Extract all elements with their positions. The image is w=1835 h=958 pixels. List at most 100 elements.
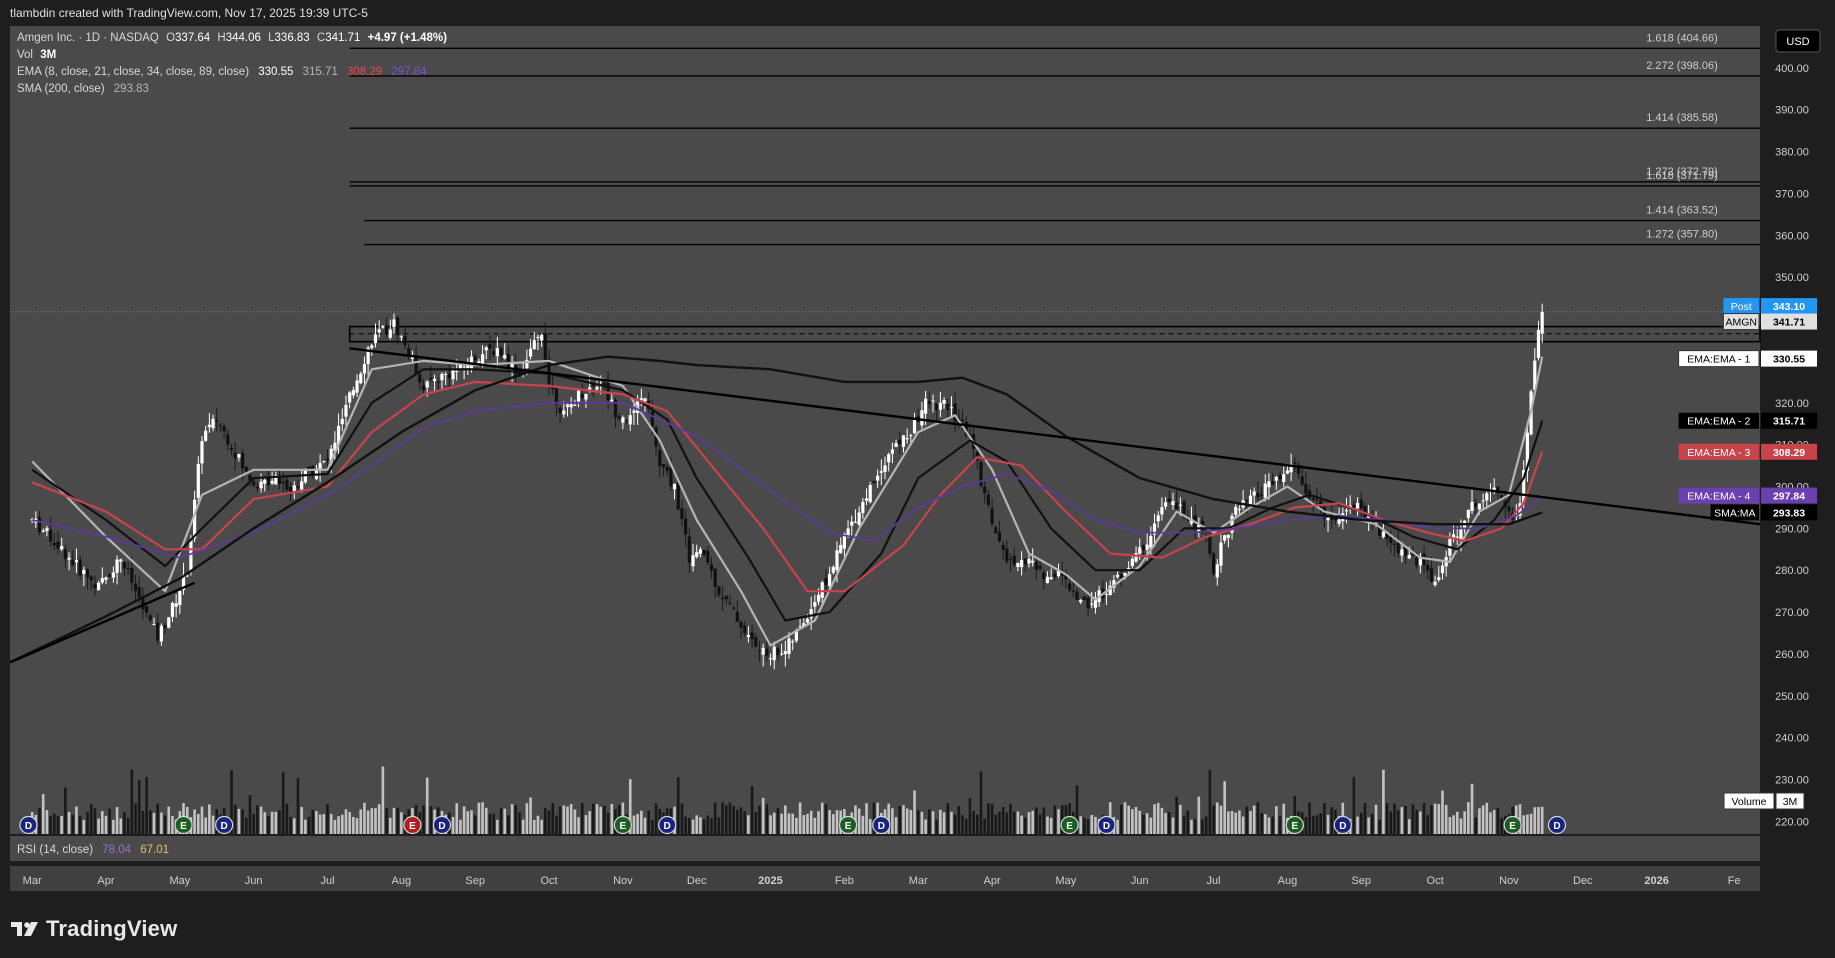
volume-bar	[894, 817, 898, 834]
rsi-legend: RSI (14, close) 78.04 67.01	[17, 844, 169, 856]
candle-body	[451, 370, 455, 380]
candle-body	[1012, 555, 1016, 565]
candle-body	[1090, 603, 1094, 605]
volume-bar	[78, 816, 82, 834]
volume-bar	[492, 813, 495, 834]
candle-body	[1016, 562, 1020, 568]
candle-body	[1175, 502, 1179, 510]
candle-body	[709, 564, 714, 571]
volume-bar	[983, 818, 986, 834]
volume-bar	[1496, 807, 1500, 834]
volume-bar	[119, 818, 123, 834]
rsi-pane[interactable]	[10, 836, 1760, 861]
candle-body	[1389, 536, 1393, 544]
candle-body	[1407, 554, 1411, 559]
candle-body	[1119, 574, 1123, 579]
volume-bar	[1315, 815, 1319, 834]
candle-body	[200, 441, 204, 464]
volume-bar	[728, 802, 732, 834]
candle-body	[676, 482, 680, 510]
volume-tag-value: 3M	[1783, 796, 1798, 808]
candle-body	[1278, 475, 1282, 480]
candle-body	[772, 646, 776, 661]
volume-bar	[902, 805, 905, 834]
candle-body	[1470, 501, 1474, 512]
volume-bar	[975, 814, 979, 834]
volume-bar	[1389, 811, 1393, 834]
candle-body	[780, 653, 784, 655]
y-tick-label: 360.00	[1775, 230, 1809, 242]
time-axis[interactable]	[10, 866, 1760, 891]
candle-body	[126, 568, 130, 570]
candle-body	[122, 562, 127, 569]
price-chart[interactable]: 1.618 (404.66) 2.272 (398.06) 1.414 (385.5…	[9, 26, 1824, 898]
candle-body	[565, 404, 570, 408]
volume-bar	[702, 819, 706, 834]
candle-body	[698, 549, 703, 554]
volume-bar	[322, 814, 326, 834]
candle-body	[480, 354, 485, 364]
volume-bar	[566, 806, 569, 834]
currency-badge[interactable]: USD	[1775, 29, 1821, 53]
x-tick-label: Aug	[1278, 875, 1298, 887]
tradingview-footer[interactable]: TradingView	[10, 912, 177, 946]
fib-label: 1.618 (371.79)	[1646, 170, 1718, 182]
volume-bar	[739, 807, 743, 834]
y-tick-label: 390.00	[1775, 105, 1809, 117]
chart-area[interactable]: 1.618 (404.66) 2.272 (398.06) 1.414 (385.5…	[9, 26, 1824, 898]
candle-body	[617, 416, 621, 419]
volume-bar	[1171, 817, 1175, 834]
volume-bar	[1190, 819, 1193, 834]
candle-body	[1067, 583, 1072, 591]
candle-body	[1167, 498, 1171, 502]
candle-body	[732, 607, 736, 609]
candle-body	[399, 336, 403, 338]
candle-body	[215, 420, 219, 422]
volume-bar	[86, 811, 89, 834]
volume-bar	[93, 808, 97, 834]
volume-bar	[1308, 802, 1311, 834]
y-tick-label: 290.00	[1775, 523, 1809, 535]
svg-text:RSI (14, close) 78.04: RSI (14, close) 78.04 67.01	[17, 844, 169, 856]
volume-bar	[278, 810, 281, 834]
volume-bar	[791, 813, 795, 834]
volume-bar	[1470, 783, 1474, 834]
price-pane[interactable]	[10, 26, 1760, 834]
volume-bar	[1444, 804, 1448, 834]
volume-bar	[1083, 817, 1086, 834]
volume-bar	[1057, 809, 1060, 834]
volume-bar	[388, 817, 392, 834]
volume-bar	[160, 812, 163, 834]
candle-body	[573, 404, 577, 406]
candle-body	[174, 603, 178, 607]
volume-bar	[688, 818, 691, 834]
volume-bar	[1485, 802, 1489, 834]
candle-body	[1027, 559, 1031, 564]
candle-body	[1049, 577, 1053, 580]
candle-body	[1359, 499, 1363, 509]
candle-body	[1008, 558, 1013, 560]
candle-body	[67, 557, 71, 560]
candle-body	[1053, 573, 1057, 577]
volume-bar	[337, 816, 340, 834]
candle-body	[547, 358, 551, 384]
volume-bar	[817, 811, 820, 834]
candle-body	[259, 481, 263, 489]
volume-bar	[396, 807, 399, 834]
candle-body	[650, 411, 655, 427]
candle-body	[1429, 567, 1434, 582]
candle-body	[495, 348, 499, 357]
candle-body	[211, 418, 215, 429]
candle-body	[724, 595, 728, 600]
candle-body	[909, 435, 913, 437]
candle-body	[82, 570, 86, 574]
candle-body	[1237, 509, 1242, 511]
candle-body	[111, 572, 115, 578]
volume-bar	[1374, 804, 1378, 834]
volume-bar	[56, 815, 60, 834]
candle-body	[396, 317, 400, 335]
candle-body	[1141, 545, 1146, 551]
candle-body	[606, 382, 610, 401]
volume-bar	[1138, 810, 1142, 834]
volume-bar	[259, 806, 263, 834]
